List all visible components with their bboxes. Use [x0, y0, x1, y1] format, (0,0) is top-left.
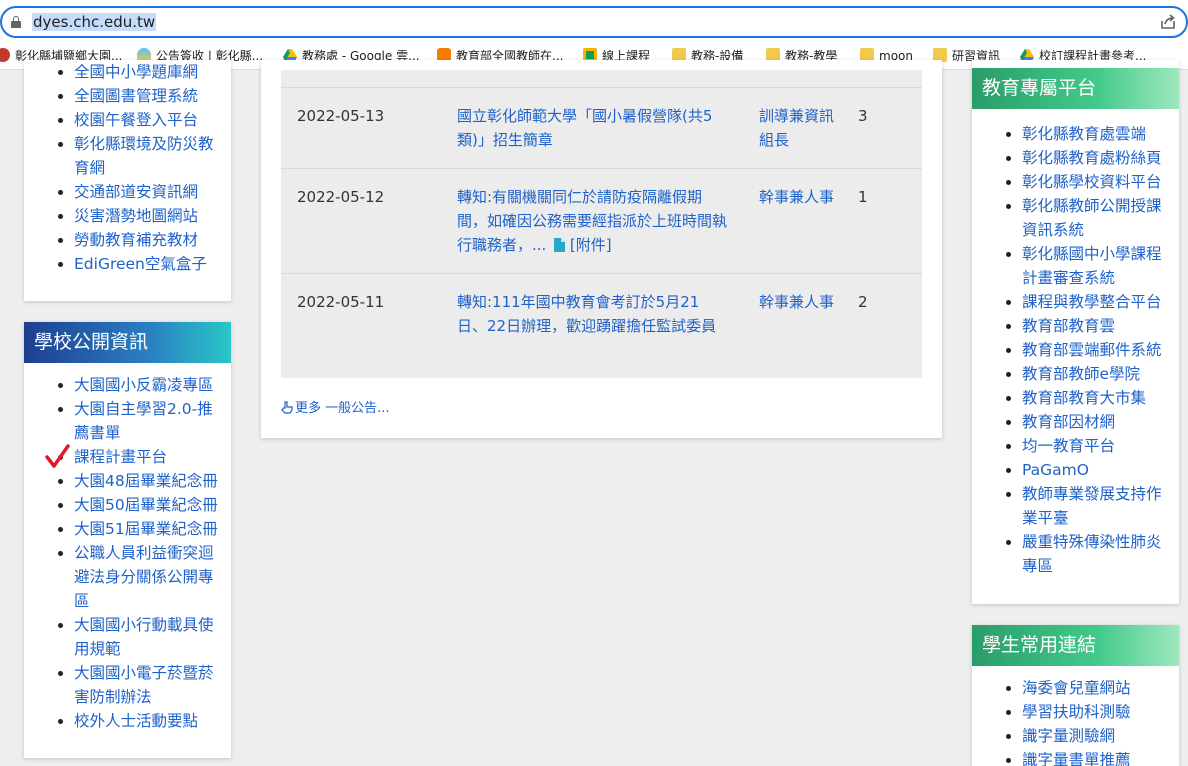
edu-platform-card: 教育專屬平台 彰化縣教育處雲端 彰化縣教育處粉絲頁 彰化縣學校資料平台 彰化縣教…	[972, 60, 1179, 604]
list-item: 嚴重特殊傳染性肺炎專區	[1022, 530, 1171, 578]
list-item: 均一教育平台	[1022, 434, 1171, 458]
news-date: 2022-05-12	[297, 188, 385, 206]
edu-platform-list: 彰化縣教育處雲端 彰化縣教育處粉絲頁 彰化縣學校資料平台 彰化縣教師公開授課資訊…	[972, 109, 1179, 578]
list-item: 大園國小反霸凌專區	[74, 373, 223, 397]
related-links-list: 全國中小學題庫網 全國圖書管理系統 校園午餐登入平台 彰化縣環境及防災教育網 交…	[24, 60, 231, 276]
school-favicon	[0, 48, 10, 62]
share-icon[interactable]	[1158, 12, 1178, 32]
table-row: 2022-05-11 轉知:111年國中教育會考訂於5月21日、22日辦理，歡迎…	[281, 274, 922, 378]
list-item: 勞動教育補充教材	[74, 228, 223, 252]
news-unit-link[interactable]: 幹事兼人事	[759, 185, 835, 209]
news-date: 2022-05-13	[297, 107, 385, 125]
table-row: 2022-05-12 轉知:有關機關同仁於請防疫隔離假期間，如確因公務需要經指派…	[281, 169, 922, 274]
list-item: 交通部道安資訊網	[74, 180, 223, 204]
list-item: 大園50屆畢業紀念冊	[74, 493, 223, 517]
news-date: 2022-05-11	[297, 293, 385, 311]
address-bar-row: dyes.chc.edu.tw	[0, 0, 1188, 42]
list-item: 識字量測驗網	[1022, 724, 1171, 748]
news-hits: 1	[858, 188, 868, 206]
student-links-card: 學生常用連結 海委會兒童網站 學習扶助科測驗 識字量測驗網 識字量書單推薦	[972, 625, 1179, 766]
list-item: 災害潛勢地圖網站	[74, 204, 223, 228]
list-item: 大園自主學習2.0-推薦書單	[74, 397, 223, 445]
list-item: 課程計畫平台	[74, 445, 223, 469]
list-item: 彰化縣環境及防災教育網	[74, 132, 223, 180]
url-text[interactable]: dyes.chc.edu.tw	[32, 13, 157, 31]
file-icon	[554, 238, 566, 252]
related-links-card: 全國中小學題庫網 全國圖書管理系統 校園午餐登入平台 彰化縣環境及防災教育網 交…	[24, 60, 231, 301]
news-hits: 2	[858, 293, 868, 311]
school-info-card: 學校公開資訊 大園國小反霸凌專區 大園自主學習2.0-推薦書單 課程計畫平台 大…	[24, 322, 231, 758]
list-item: 大園48屆畢業紀念冊	[74, 469, 223, 493]
student-links-list: 海委會兒童網站 學習扶助科測驗 識字量測驗網 識字量書單推薦	[972, 666, 1179, 766]
list-item: 大園國小行動載具使用規範	[74, 613, 223, 661]
list-item: 教育部教育大市集	[1022, 386, 1171, 410]
list-item: EdiGreen空氣盒子	[74, 252, 223, 276]
address-bar[interactable]: dyes.chc.edu.tw	[0, 6, 1188, 38]
news-unit-link[interactable]: 訓導兼資訊組長	[759, 104, 835, 152]
list-item: 課程與教學整合平台	[1022, 290, 1171, 314]
attachment-link[interactable]: [附件]	[570, 236, 612, 254]
table-row	[281, 70, 922, 88]
list-item: 教師專業發展支持作業平臺	[1022, 482, 1171, 530]
edu-platform-title: 教育專屬平台	[972, 68, 1179, 109]
list-item: 教育部因材網	[1022, 410, 1171, 434]
pointing-hand-icon	[281, 401, 293, 414]
list-item: 彰化縣教師公開授課資訊系統	[1022, 194, 1171, 242]
list-item: 大園51屆畢業紀念冊	[74, 517, 223, 541]
lock-icon[interactable]	[11, 16, 21, 28]
school-info-list: 大園國小反霸凌專區 大園自主學習2.0-推薦書單 課程計畫平台 大園48屆畢業紀…	[24, 363, 231, 733]
list-item: 海委會兒童網站	[1022, 676, 1171, 700]
news-hits: 3	[858, 107, 868, 125]
news-title-cell: 轉知:有關機關同仁於請防疫隔離假期間，如確因公務需要經指派於上班時間執行職務者，…	[457, 185, 727, 257]
list-item: 學習扶助科測驗	[1022, 700, 1171, 724]
list-item: 全國中小學題庫網	[74, 60, 223, 84]
list-item: 彰化縣教育處粉絲頁	[1022, 146, 1171, 170]
check-mark-icon	[45, 444, 70, 468]
student-links-title: 學生常用連結	[972, 625, 1179, 666]
list-item: 校外人士活動要點	[74, 709, 223, 733]
list-item: 大園國小電子菸暨菸害防制辦法	[74, 661, 223, 709]
news-unit-link[interactable]: 幹事兼人事	[759, 290, 835, 314]
list-item: PaGamO	[1022, 458, 1171, 482]
news-title-link[interactable]: 轉知:111年國中教育會考訂於5月21日、22日辦理，歡迎踴躍擔任監試委員	[457, 290, 727, 338]
list-item: 彰化縣國中小學課程計畫審查系統	[1022, 242, 1171, 290]
school-info-title: 學校公開資訊	[24, 322, 231, 363]
list-item: 識字量書單推薦	[1022, 748, 1171, 766]
list-item: 教育部雲端郵件系統	[1022, 338, 1171, 362]
list-item: 公職人員利益衝突迴避法身分關係公開專區	[74, 541, 223, 613]
table-row: 2022-05-13 國立彰化師範大學「國小暑假營隊(共5類)」招生簡章 訓導兼…	[281, 88, 922, 169]
list-item: 校園午餐登入平台	[74, 108, 223, 132]
list-item: 彰化縣教育處雲端	[1022, 122, 1171, 146]
more-announcements-link[interactable]: 更多 一般公告...	[281, 397, 390, 416]
list-item: 教育部教師e學院	[1022, 362, 1171, 386]
list-item: 教育部教育雲	[1022, 314, 1171, 338]
list-item: 全國圖書管理系統	[74, 84, 223, 108]
news-title-link[interactable]: 國立彰化師範大學「國小暑假營隊(共5類)」招生簡章	[457, 104, 727, 152]
list-item: 彰化縣學校資料平台	[1022, 170, 1171, 194]
